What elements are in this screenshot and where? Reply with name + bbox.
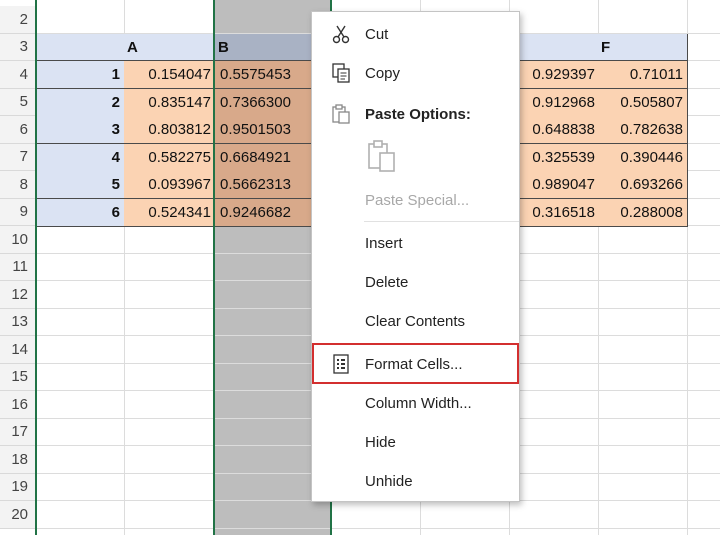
scissors-icon xyxy=(332,25,350,44)
menu-item-copy[interactable]: Copy xyxy=(312,58,519,88)
row-header[interactable]: 7 xyxy=(0,143,36,171)
header-cell-f[interactable]: F xyxy=(598,34,688,61)
selection-border-left xyxy=(213,0,215,535)
row-header[interactable]: 8 xyxy=(0,171,36,199)
menu-item-cut[interactable]: Cut xyxy=(312,19,519,49)
format-cells-highlight xyxy=(312,343,519,384)
header-cell-index[interactable] xyxy=(36,34,125,61)
row-header[interactable]: 20 xyxy=(0,501,36,529)
menu-item-paste-special[interactable]: Paste Special... xyxy=(312,185,519,215)
menu-item-column-width[interactable]: Column Width... xyxy=(312,388,519,418)
cell-a[interactable]: 0.582275 xyxy=(124,143,216,172)
cell-a[interactable]: 0.524341 xyxy=(124,198,216,227)
cell-f[interactable]: 0.505807 xyxy=(598,88,688,117)
cell-b[interactable]: 0.9501503 xyxy=(215,116,312,144)
menu-item-delete[interactable]: Delete xyxy=(312,267,519,297)
cell-a[interactable]: 0.835147 xyxy=(124,88,216,117)
selection-border-left-sheet xyxy=(35,0,37,535)
row-header[interactable]: 9 xyxy=(0,198,36,226)
menu-item-clear-contents[interactable]: Clear Contents xyxy=(312,306,519,336)
menu-label-copy: Copy xyxy=(365,64,401,82)
header-cell-a[interactable]: A xyxy=(124,34,216,61)
menu-separator xyxy=(364,221,519,222)
paste-clipboard-icon[interactable] xyxy=(366,139,398,173)
row-header[interactable]: 3 xyxy=(0,33,36,61)
cell-a[interactable]: 0.803812 xyxy=(124,116,216,144)
cell-f[interactable]: 0.782638 xyxy=(598,116,688,144)
header-cell-b[interactable]: B xyxy=(215,34,312,61)
menu-item-insert[interactable]: Insert xyxy=(312,228,519,258)
row-header[interactable]: 17 xyxy=(0,418,36,446)
row-header[interactable]: 10 xyxy=(0,226,36,254)
gridline xyxy=(36,527,720,529)
clipboard-icon xyxy=(332,104,350,124)
context-menu[interactable]: Cut Copy Paste Options: Paste Special...… xyxy=(311,11,520,502)
row-header[interactable]: 11 xyxy=(0,253,36,281)
cell-b[interactable]: 0.9246682 xyxy=(215,198,312,227)
row-header[interactable]: 14 xyxy=(0,336,36,364)
cell-e[interactable]: 0.929397 xyxy=(519,61,600,89)
cell-index[interactable]: 6 xyxy=(36,198,125,227)
menu-label-paste-options: Paste Options: xyxy=(365,105,471,123)
menu-label-cut: Cut xyxy=(365,25,389,43)
row-header[interactable]: 6 xyxy=(0,116,36,144)
cell-index[interactable]: 4 xyxy=(36,143,125,172)
menu-label-hide: Hide xyxy=(365,433,396,451)
cell-b[interactable]: 0.5662313 xyxy=(215,171,312,199)
row-header[interactable]: 16 xyxy=(0,391,36,419)
cell-b[interactable]: 0.6684921 xyxy=(215,143,312,172)
cell-e[interactable]: 0.989047 xyxy=(519,171,600,199)
cell-f[interactable]: 0.71011 xyxy=(598,61,688,89)
cell-index[interactable]: 1 xyxy=(36,61,125,89)
cell-f[interactable]: 0.390446 xyxy=(598,143,688,172)
menu-label-paste-special: Paste Special... xyxy=(365,191,470,209)
cell-f[interactable]: 0.693266 xyxy=(598,171,688,199)
cell-index[interactable]: 3 xyxy=(36,116,125,144)
row-header[interactable]: 18 xyxy=(0,446,36,474)
header-cell-e[interactable] xyxy=(519,34,600,61)
cell-e[interactable]: 0.912968 xyxy=(519,88,600,117)
row-header[interactable]: 12 xyxy=(0,281,36,309)
row-header[interactable]: 2 xyxy=(0,6,36,34)
copy-icon xyxy=(332,63,350,83)
row-header[interactable]: 13 xyxy=(0,308,36,336)
cell-f[interactable]: 0.288008 xyxy=(598,198,688,227)
cell-index[interactable]: 2 xyxy=(36,88,125,117)
cell-b[interactable]: 0.5575453 xyxy=(215,61,312,89)
row-header[interactable]: 15 xyxy=(0,363,36,391)
menu-section-paste-options: Paste Options: xyxy=(312,99,519,129)
menu-item-unhide[interactable]: Unhide xyxy=(312,466,519,496)
cell-index[interactable]: 5 xyxy=(36,171,125,199)
cell-e[interactable]: 0.325539 xyxy=(519,143,600,172)
cell-a[interactable]: 0.093967 xyxy=(124,171,216,199)
row-header[interactable]: 19 xyxy=(0,473,36,501)
cell-b[interactable]: 0.7366300 xyxy=(215,88,312,117)
menu-label-delete: Delete xyxy=(365,273,409,291)
menu-label-unhide: Unhide xyxy=(365,472,413,490)
cell-e[interactable]: 0.648838 xyxy=(519,116,600,144)
menu-label-column-width: Column Width... xyxy=(365,394,472,412)
cell-e[interactable]: 0.316518 xyxy=(519,198,600,227)
menu-label-clear-contents: Clear Contents xyxy=(365,312,466,330)
cell-a[interactable]: 0.154047 xyxy=(124,61,216,89)
row-header[interactable]: 5 xyxy=(0,88,36,116)
row-header[interactable]: 4 xyxy=(0,61,36,89)
menu-item-hide[interactable]: Hide xyxy=(312,427,519,457)
menu-label-insert: Insert xyxy=(365,234,403,252)
